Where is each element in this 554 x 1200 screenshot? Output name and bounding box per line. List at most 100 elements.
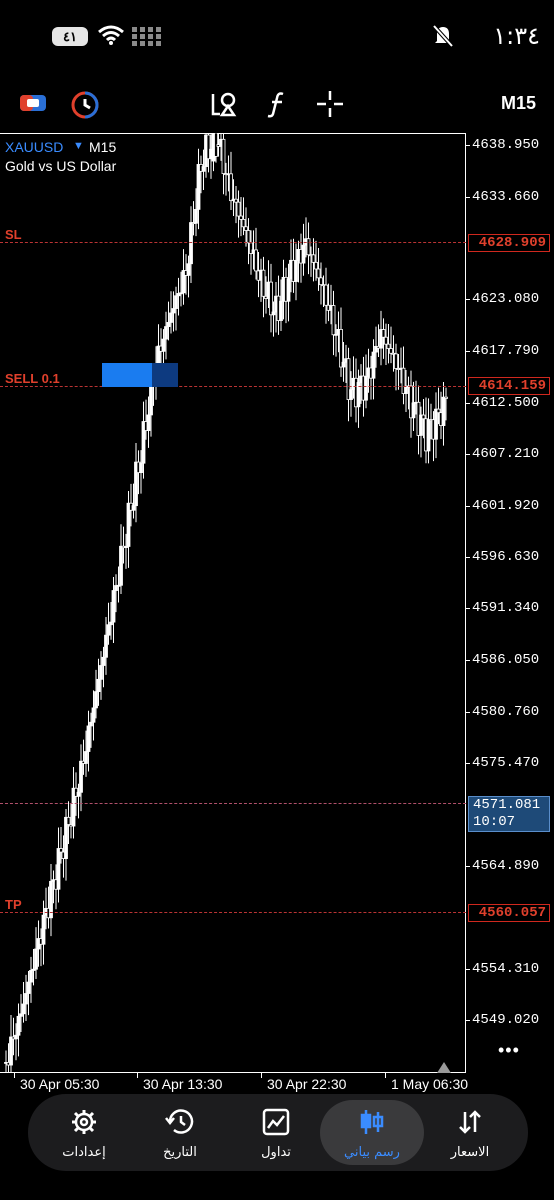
candle — [221, 133, 226, 195]
status-time: ١:٣٤ — [493, 22, 540, 50]
bar-countdown: 10:07 — [473, 814, 516, 830]
signal-icon — [132, 27, 161, 46]
price-tick — [466, 608, 470, 609]
history-icon — [165, 1109, 194, 1134]
price-axis-label: 4633.660 — [472, 189, 540, 205]
candle — [346, 347, 351, 422]
price-axis-label: 4617.790 — [472, 343, 540, 359]
candles-icon — [360, 1110, 384, 1134]
nav-settings[interactable]: إعدادات — [34, 1094, 134, 1171]
candle — [261, 256, 266, 318]
quotes-icon — [459, 1110, 481, 1134]
candle — [441, 382, 446, 446]
candle — [426, 398, 431, 464]
time-axis-label: 30 Apr 05:30 — [20, 1076, 100, 1092]
price-tick — [466, 197, 470, 198]
price-axis-label: 4596.630 — [472, 549, 540, 565]
price-axis-label: 4591.340 — [472, 600, 540, 616]
candle — [229, 151, 233, 210]
more-icon[interactable]: ••• — [498, 1040, 520, 1061]
trade-icon — [262, 1108, 290, 1136]
time-axis-label: 30 Apr 13:30 — [143, 1076, 223, 1092]
sell-line[interactable] — [0, 386, 466, 387]
tp-line[interactable] — [0, 912, 466, 913]
symbol-dropdown-icon[interactable]: ▼ — [73, 140, 84, 152]
candle — [49, 863, 53, 937]
tp-price-tag: 4560.057 — [468, 904, 550, 922]
gear-icon — [72, 1110, 96, 1134]
price-tick — [466, 145, 470, 146]
price-tick — [466, 351, 470, 352]
time-tick — [14, 1073, 15, 1078]
candle — [324, 267, 328, 324]
sl-line[interactable] — [0, 242, 466, 243]
nav-trade[interactable]: تداول — [226, 1094, 326, 1171]
price-tick — [466, 1020, 470, 1021]
nav-chart[interactable]: رسم بياني — [322, 1094, 422, 1171]
sell-price-tag: 4614.159 — [468, 377, 550, 395]
one-click-sell-box[interactable] — [102, 363, 152, 387]
candle — [401, 346, 406, 405]
bid-line — [0, 803, 466, 804]
candle — [181, 249, 186, 305]
one-click-buy-box[interactable] — [152, 363, 178, 387]
nav-history[interactable]: التاريخ — [130, 1094, 230, 1171]
price-tick — [466, 712, 470, 713]
tp-label: TP — [5, 897, 22, 912]
candle — [236, 190, 241, 238]
candle — [4, 1050, 8, 1072]
nav-quotes[interactable]: الاسعار — [420, 1094, 520, 1171]
price-axis-label: 4575.470 — [472, 755, 540, 771]
trade-panel-icon[interactable] — [18, 90, 48, 116]
price-axis-label: 4623.080 — [472, 291, 540, 307]
time-tick — [385, 1073, 386, 1078]
sl-price-tag: 4628.909 — [468, 234, 550, 252]
sell-label: SELL 0.1 — [5, 371, 60, 386]
price-axis-label: 4586.050 — [472, 652, 540, 668]
candle — [79, 744, 83, 812]
candle — [394, 343, 398, 391]
price-axis-label: 4564.890 — [472, 858, 540, 874]
price-axis-label: 4607.210 — [472, 446, 540, 462]
timeframe-button[interactable]: M15 — [501, 93, 536, 114]
candle — [434, 392, 438, 459]
silent-bell-icon — [432, 24, 454, 48]
candle — [56, 827, 61, 903]
candlestick-chart[interactable] — [0, 133, 466, 1073]
candle — [364, 354, 368, 409]
candle — [9, 1014, 13, 1072]
price-tick — [466, 557, 470, 558]
price-tick — [466, 403, 470, 404]
sl-label: SL — [5, 227, 22, 242]
symbol-description: Gold vs US Dollar — [5, 158, 117, 174]
candle — [126, 491, 131, 568]
candle — [164, 311, 168, 360]
scroll-end-icon[interactable] — [437, 1062, 451, 1073]
price-axis-label: 4601.920 — [472, 498, 540, 514]
bid-price-tag: 4571.081 10:07 — [468, 796, 550, 832]
one-click-trading-icon[interactable] — [70, 90, 100, 120]
crosshair-icon[interactable] — [316, 90, 344, 118]
candle — [379, 310, 383, 366]
price-tick — [466, 866, 470, 867]
nav-history-label: التاريخ — [163, 1145, 197, 1160]
indicators-icon[interactable] — [265, 90, 289, 118]
price-tick — [466, 763, 470, 764]
chart-timeframe-label: M15 — [89, 139, 117, 155]
candle — [269, 263, 273, 333]
price-axis-label: 4612.500 — [472, 395, 540, 411]
bottom-nav: إعدادات التاريخ تداول رسم بياني الاسعار — [28, 1094, 528, 1171]
candle — [119, 524, 123, 594]
time-axis-label: 1 May 06:30 — [391, 1076, 469, 1092]
price-axis-label: 4554.310 — [472, 961, 540, 977]
nav-chart-label: رسم بياني — [344, 1145, 400, 1160]
candle — [301, 223, 306, 276]
price-tick — [466, 660, 470, 661]
objects-icon[interactable] — [210, 90, 238, 118]
candle — [16, 1003, 21, 1057]
candle — [306, 222, 311, 275]
wifi-icon — [98, 25, 124, 45]
symbol-label[interactable]: XAUUSD — [5, 139, 63, 155]
candle — [34, 927, 38, 980]
battery-icon: ٤١ — [52, 27, 88, 46]
